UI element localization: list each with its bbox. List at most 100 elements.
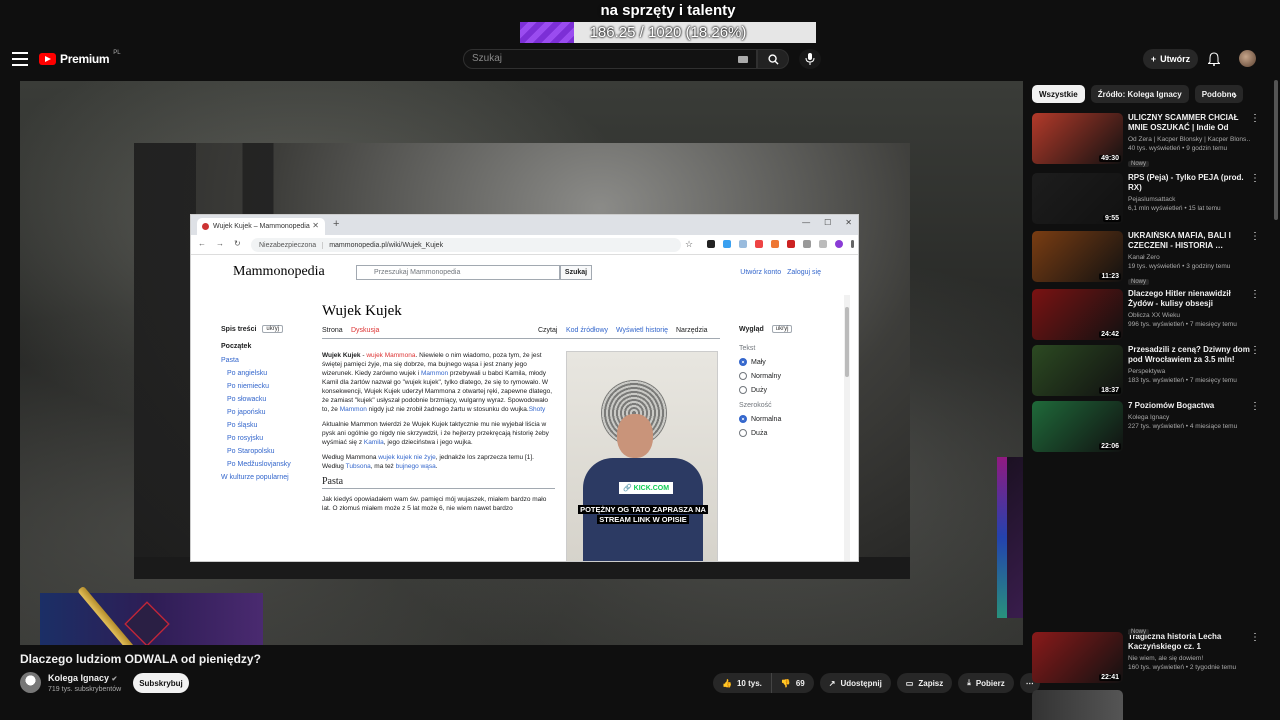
rec-channel[interactable]: Kanał Zero	[1128, 254, 1250, 261]
recommendation-item[interactable]: 9:55 RPS (Peja) - Tylko PEJA (prod. RX) Pe…	[1032, 173, 1260, 227]
reload-icon[interactable]: ↻	[234, 239, 241, 248]
link[interactable]: Kamila	[364, 439, 384, 446]
youtube-logo[interactable]: Premium PL	[39, 50, 121, 66]
extension-icon[interactable]	[787, 240, 795, 248]
rec-thumbnail[interactable]: 9:55	[1032, 173, 1123, 224]
more-vert-icon[interactable]: ⋮	[1250, 231, 1260, 242]
page-scrollbar[interactable]	[1274, 80, 1278, 220]
tab-history[interactable]: Wyświetl historię	[616, 327, 668, 334]
maximize-icon[interactable]: ☐	[824, 218, 831, 227]
extension-icon[interactable]	[707, 240, 715, 248]
rec-channel[interactable]: Kolega Ignacy	[1128, 414, 1250, 421]
tab-page[interactable]: Strona	[322, 327, 343, 334]
rec-thumbnail[interactable]: 18:37	[1032, 345, 1123, 396]
tab-close-icon[interactable]: ✕	[312, 221, 319, 230]
more-vert-icon[interactable]: ⋮	[1250, 289, 1260, 300]
toc-item[interactable]: Po japońsku	[221, 409, 301, 416]
radio-option[interactable]: Duża	[739, 429, 829, 437]
radio-option[interactable]: Mały	[739, 358, 829, 366]
toc-item[interactable]: Początek	[221, 343, 301, 350]
rec-thumbnail[interactable]: 24:42	[1032, 289, 1123, 340]
rec-title[interactable]: ULICZNY SCAMMER CHCIAŁ MNIE OSZUKAĆ | In…	[1128, 113, 1250, 133]
account-avatar[interactable]	[1239, 50, 1256, 67]
rec-thumbnail[interactable]: 11:23	[1032, 231, 1123, 282]
new-tab-icon[interactable]: +	[333, 218, 339, 230]
recommendation-item[interactable]: 49:30 ULICZNY SCAMMER CHCIAŁ MNIE OSZUKAĆ…	[1032, 113, 1260, 167]
link[interactable]: wujek kujek nie żyje	[378, 454, 435, 461]
link[interactable]: Mammon	[340, 406, 367, 413]
subscribe-button[interactable]: Subskrybuj	[133, 673, 189, 693]
more-vert-icon[interactable]: ⋮	[1250, 345, 1260, 356]
wiki-logo[interactable]: Mammonopedia	[233, 264, 325, 280]
bookmark-star-icon[interactable]: ☆	[685, 239, 693, 250]
channel-name[interactable]: Kolega Ignacy ✔	[48, 673, 117, 683]
more-vert-icon[interactable]: ⋮	[1250, 632, 1260, 643]
radio-option[interactable]: Normalna	[739, 415, 829, 423]
link[interactable]: wujek Mammona	[366, 352, 415, 359]
rec-channel[interactable]: Perspektywa	[1128, 368, 1250, 375]
tab-source[interactable]: Kod źródłowy	[566, 327, 608, 334]
article-image[interactable]: 🔗 KICK.COM POTĘŻNY OG TATO ZAPRASZA NA S…	[566, 351, 718, 561]
download-button[interactable]: ⤓ Pobierz	[958, 673, 1014, 693]
tab-tools[interactable]: Narzędzia	[676, 327, 708, 334]
rec-thumbnail[interactable]: 22:41	[1032, 632, 1123, 683]
url-field[interactable]: Niezabezpieczona mammonopedia.pl/wiki/Wu…	[251, 238, 681, 252]
tab-discussion[interactable]: Dyskusja	[351, 327, 379, 334]
video-player[interactable]: Wujek Kujek – Mammonopedia ✕ + — ☐ ✕ ← →…	[20, 81, 1023, 645]
toc-item[interactable]: Po słowacku	[221, 396, 301, 403]
link[interactable]: Tubsona	[346, 463, 371, 470]
filter-chip[interactable]: Wszystkie	[1032, 85, 1085, 103]
forward-icon[interactable]: →	[216, 239, 224, 248]
extension-icon[interactable]	[723, 240, 731, 248]
download-icon[interactable]	[819, 240, 827, 248]
minimize-icon[interactable]: —	[802, 218, 810, 227]
radio-option[interactable]: Normalny	[739, 372, 829, 380]
recommendation-item[interactable]: 22:41 Tragiczna historia Lecha Kaczyńskie…	[1032, 632, 1260, 686]
toc-item[interactable]: Po niemiecku	[221, 383, 301, 390]
share-button[interactable]: ↗ Udostępnij	[819, 673, 891, 693]
save-button[interactable]: ▭ Zapisz	[896, 673, 953, 693]
wiki-search-button[interactable]: Szukaj	[560, 265, 592, 280]
search-input[interactable]: Szukaj	[463, 49, 757, 69]
kebab-menu-icon[interactable]	[851, 240, 854, 248]
create-button[interactable]: + Utwórz	[1143, 49, 1198, 69]
rec-channel[interactable]: Oblicza XX Wieku	[1128, 312, 1250, 319]
tab-read[interactable]: Czytaj	[538, 327, 557, 334]
back-icon[interactable]: ←	[198, 239, 206, 248]
appearance-hide-button[interactable]: ukryj	[771, 325, 793, 333]
like-button[interactable]: 👍 10 tys.	[713, 673, 772, 693]
rec-title[interactable]: 7 Poziomów Bogactwa	[1128, 401, 1250, 411]
rec-title[interactable]: UKRAIŃSKA MAFIA, BALI I CZECZENI - HISTO…	[1128, 231, 1250, 251]
recommendation-item[interactable]: 18:37 Przesadzili z ceną? Dziwny dom pod …	[1032, 345, 1260, 399]
toc-item[interactable]: Po Medžuslovjansky	[221, 461, 301, 468]
wiki-search-input[interactable]: Przeszukaj Mammonopedia	[356, 265, 560, 280]
login-link[interactable]: Zaloguj się	[787, 269, 821, 276]
bell-icon[interactable]	[1208, 52, 1220, 66]
create-account-link[interactable]: Utwórz konto	[740, 269, 781, 276]
chevron-right-icon[interactable]: ›	[1233, 88, 1237, 102]
link[interactable]: Shoty	[529, 406, 546, 413]
more-vert-icon[interactable]: ⋮	[1250, 113, 1260, 124]
rec-channel[interactable]: Od Zera | Kacper Blonsky | Kacper Blons…	[1128, 136, 1250, 143]
rec-title[interactable]: RPS (Peja) - Tylko PEJA (prod. RX)	[1128, 173, 1250, 193]
rec-title[interactable]: Przesadzili z ceną? Dziwny dom pod Wrocł…	[1128, 345, 1250, 365]
keyboard-icon[interactable]	[738, 56, 748, 63]
rec-thumbnail[interactable]: 22:06	[1032, 401, 1123, 452]
extension-icon[interactable]	[771, 240, 779, 248]
puzzle-icon[interactable]	[803, 240, 811, 248]
channel-avatar[interactable]	[20, 672, 41, 693]
rec-channel[interactable]: Nie wiem, ale się dowiem!	[1128, 655, 1250, 662]
recommendation-item[interactable]: 11:23 UKRAIŃSKA MAFIA, BALI I CZECZENI - …	[1032, 231, 1260, 285]
rec-title[interactable]: Dlaczego Hitler nienawidził Żydów - kuli…	[1128, 289, 1250, 309]
wiki-scrollbar[interactable]	[844, 295, 850, 561]
extension-icon[interactable]	[739, 240, 747, 248]
toc-hide-button[interactable]: ukryj	[262, 325, 284, 333]
more-vert-icon[interactable]: ⋮	[1250, 401, 1260, 412]
recommendation-item[interactable]: 22:06 7 Poziomów Bogactwa Kolega Ignacy 227…	[1032, 401, 1260, 455]
toc-item[interactable]: Po angielsku	[221, 370, 301, 377]
more-vert-icon[interactable]: ⋮	[1250, 173, 1260, 184]
filter-chip[interactable]: Źródło: Kolega Ignacy	[1090, 85, 1189, 103]
toc-item[interactable]: Po śląsku	[221, 422, 301, 429]
profile-icon[interactable]	[835, 240, 843, 248]
rec-thumbnail[interactable]: 49:30	[1032, 113, 1123, 164]
